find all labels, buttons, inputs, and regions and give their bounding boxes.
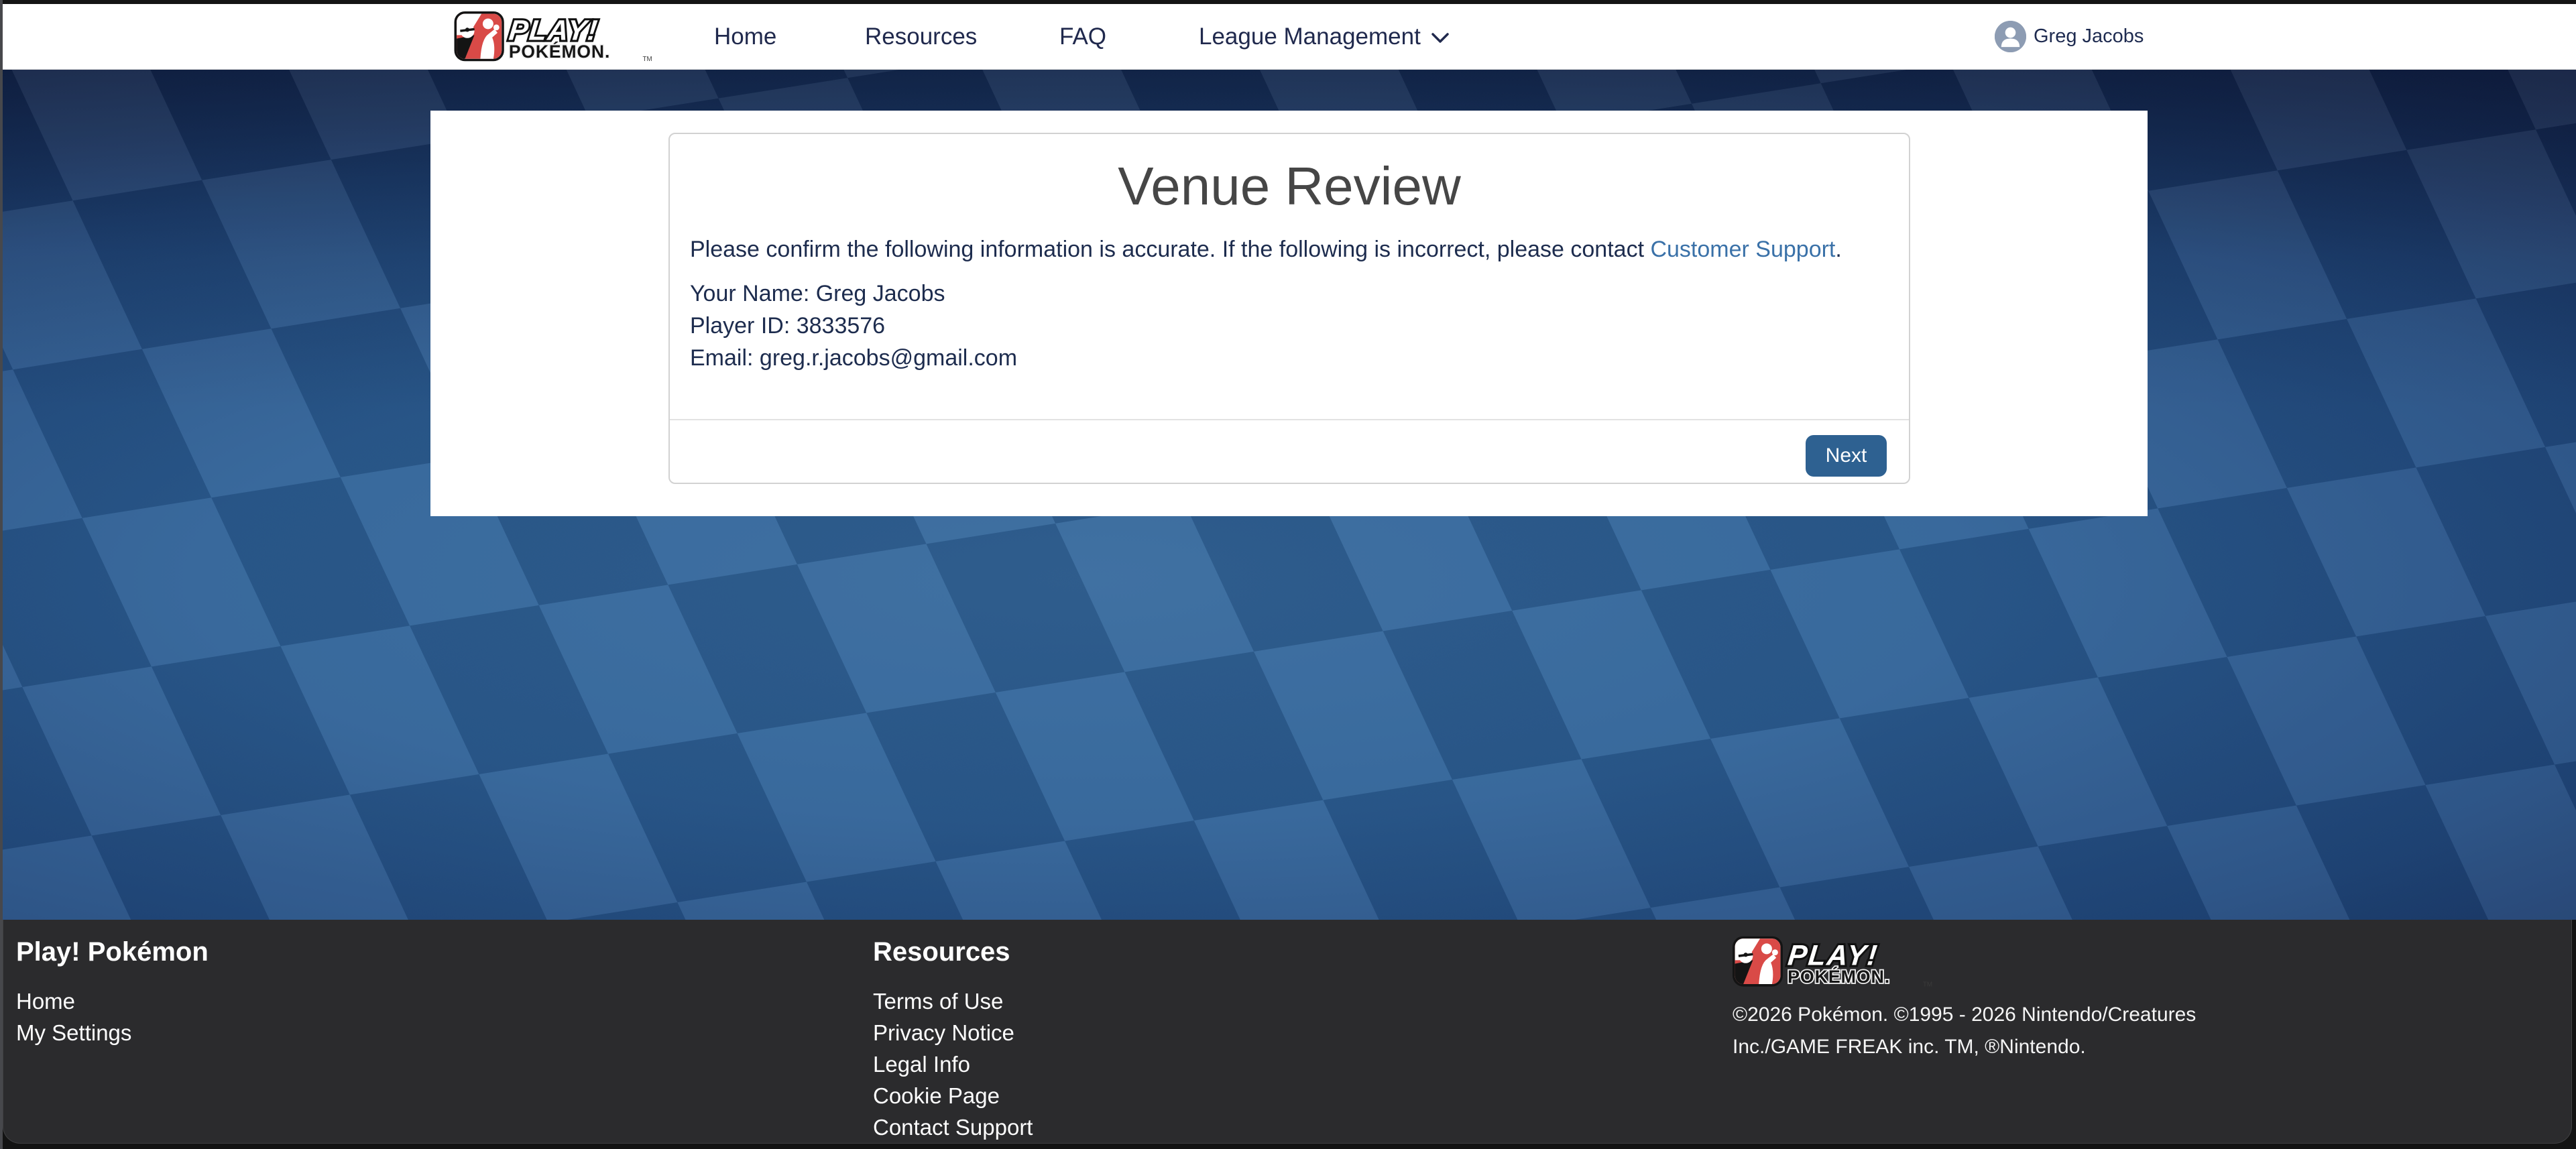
- card-footer: Next: [670, 419, 1909, 483]
- nav-item-label: League Management: [1199, 23, 1421, 50]
- user-avatar-icon: [1995, 21, 2026, 52]
- player-name-line: Your Name: Greg Jacobs: [690, 278, 1889, 310]
- footer-link-home[interactable]: Home: [16, 985, 209, 1017]
- chevron-down-icon: [1431, 33, 1449, 44]
- venue-review-page: Home Resources FAQ League Management Gre…: [0, 0, 2576, 1149]
- footer-resources-heading: Resources: [873, 936, 1033, 968]
- footer-copyright: ©2026 Pokémon. ©1995 - 2026 Nintendo/Cre…: [1733, 999, 2209, 1063]
- player-info: Your Name: Greg Jacobs Player ID: 383357…: [690, 278, 1889, 374]
- nav-item-home[interactable]: Home: [714, 4, 776, 69]
- customer-support-link[interactable]: Customer Support: [1650, 237, 1835, 262]
- intro-after: .: [1835, 237, 1841, 262]
- footer-brand-heading: Play! Pokémon: [16, 936, 209, 968]
- user-menu[interactable]: Greg Jacobs: [1995, 4, 2144, 69]
- footer-link-privacy-notice[interactable]: Privacy Notice: [873, 1017, 1033, 1048]
- player-email-line: Email: greg.r.jacobs@gmail.com: [690, 342, 1889, 374]
- window-left-edge: [0, 0, 3, 1149]
- nav-item-resources[interactable]: Resources: [865, 4, 977, 69]
- next-button[interactable]: Next: [1806, 435, 1887, 477]
- footer-link-cookie-page[interactable]: Cookie Page: [873, 1080, 1033, 1111]
- footer-link-legal-info[interactable]: Legal Info: [873, 1048, 1033, 1080]
- page-background: Venue Review Please confirm the followin…: [0, 69, 2576, 920]
- play-pokemon-logo[interactable]: [448, 11, 660, 62]
- footer-legal-column: ©2026 Pokémon. ©1995 - 2026 Nintendo/Cre…: [1733, 936, 2209, 1063]
- footer-brand-column: Play! Pokémon Home My Settings: [16, 936, 209, 1048]
- footer-link-contact-support[interactable]: Contact Support: [873, 1111, 1033, 1143]
- intro-before: Please confirm the following information…: [690, 237, 1650, 262]
- footer-play-pokemon-logo: [1733, 936, 1934, 988]
- footer-link-terms-of-use[interactable]: Terms of Use: [873, 985, 1033, 1017]
- page-title: Venue Review: [670, 154, 1909, 219]
- nav-item-league-management[interactable]: League Management: [1199, 4, 1449, 69]
- window-top-edge: [0, 0, 2576, 4]
- top-navigation-bar: Home Resources FAQ League Management Gre…: [0, 4, 2576, 70]
- footer-resources-column: Resources Terms of Use Privacy Notice Le…: [873, 936, 1033, 1143]
- footer-panel: Play! Pokémon Home My Settings Resources…: [3, 920, 2572, 1144]
- player-id-line: Player ID: 3833576: [690, 310, 1889, 342]
- page-footer: Play! Pokémon Home My Settings Resources…: [0, 920, 2576, 1149]
- nav-item-faq[interactable]: FAQ: [1059, 4, 1106, 69]
- footer-link-my-settings[interactable]: My Settings: [16, 1017, 209, 1048]
- content-panel: Venue Review Please confirm the followin…: [430, 111, 2148, 516]
- venue-review-card: Venue Review Please confirm the followin…: [668, 133, 1910, 484]
- user-name: Greg Jacobs: [2034, 25, 2144, 48]
- intro-text: Please confirm the following information…: [690, 235, 1889, 264]
